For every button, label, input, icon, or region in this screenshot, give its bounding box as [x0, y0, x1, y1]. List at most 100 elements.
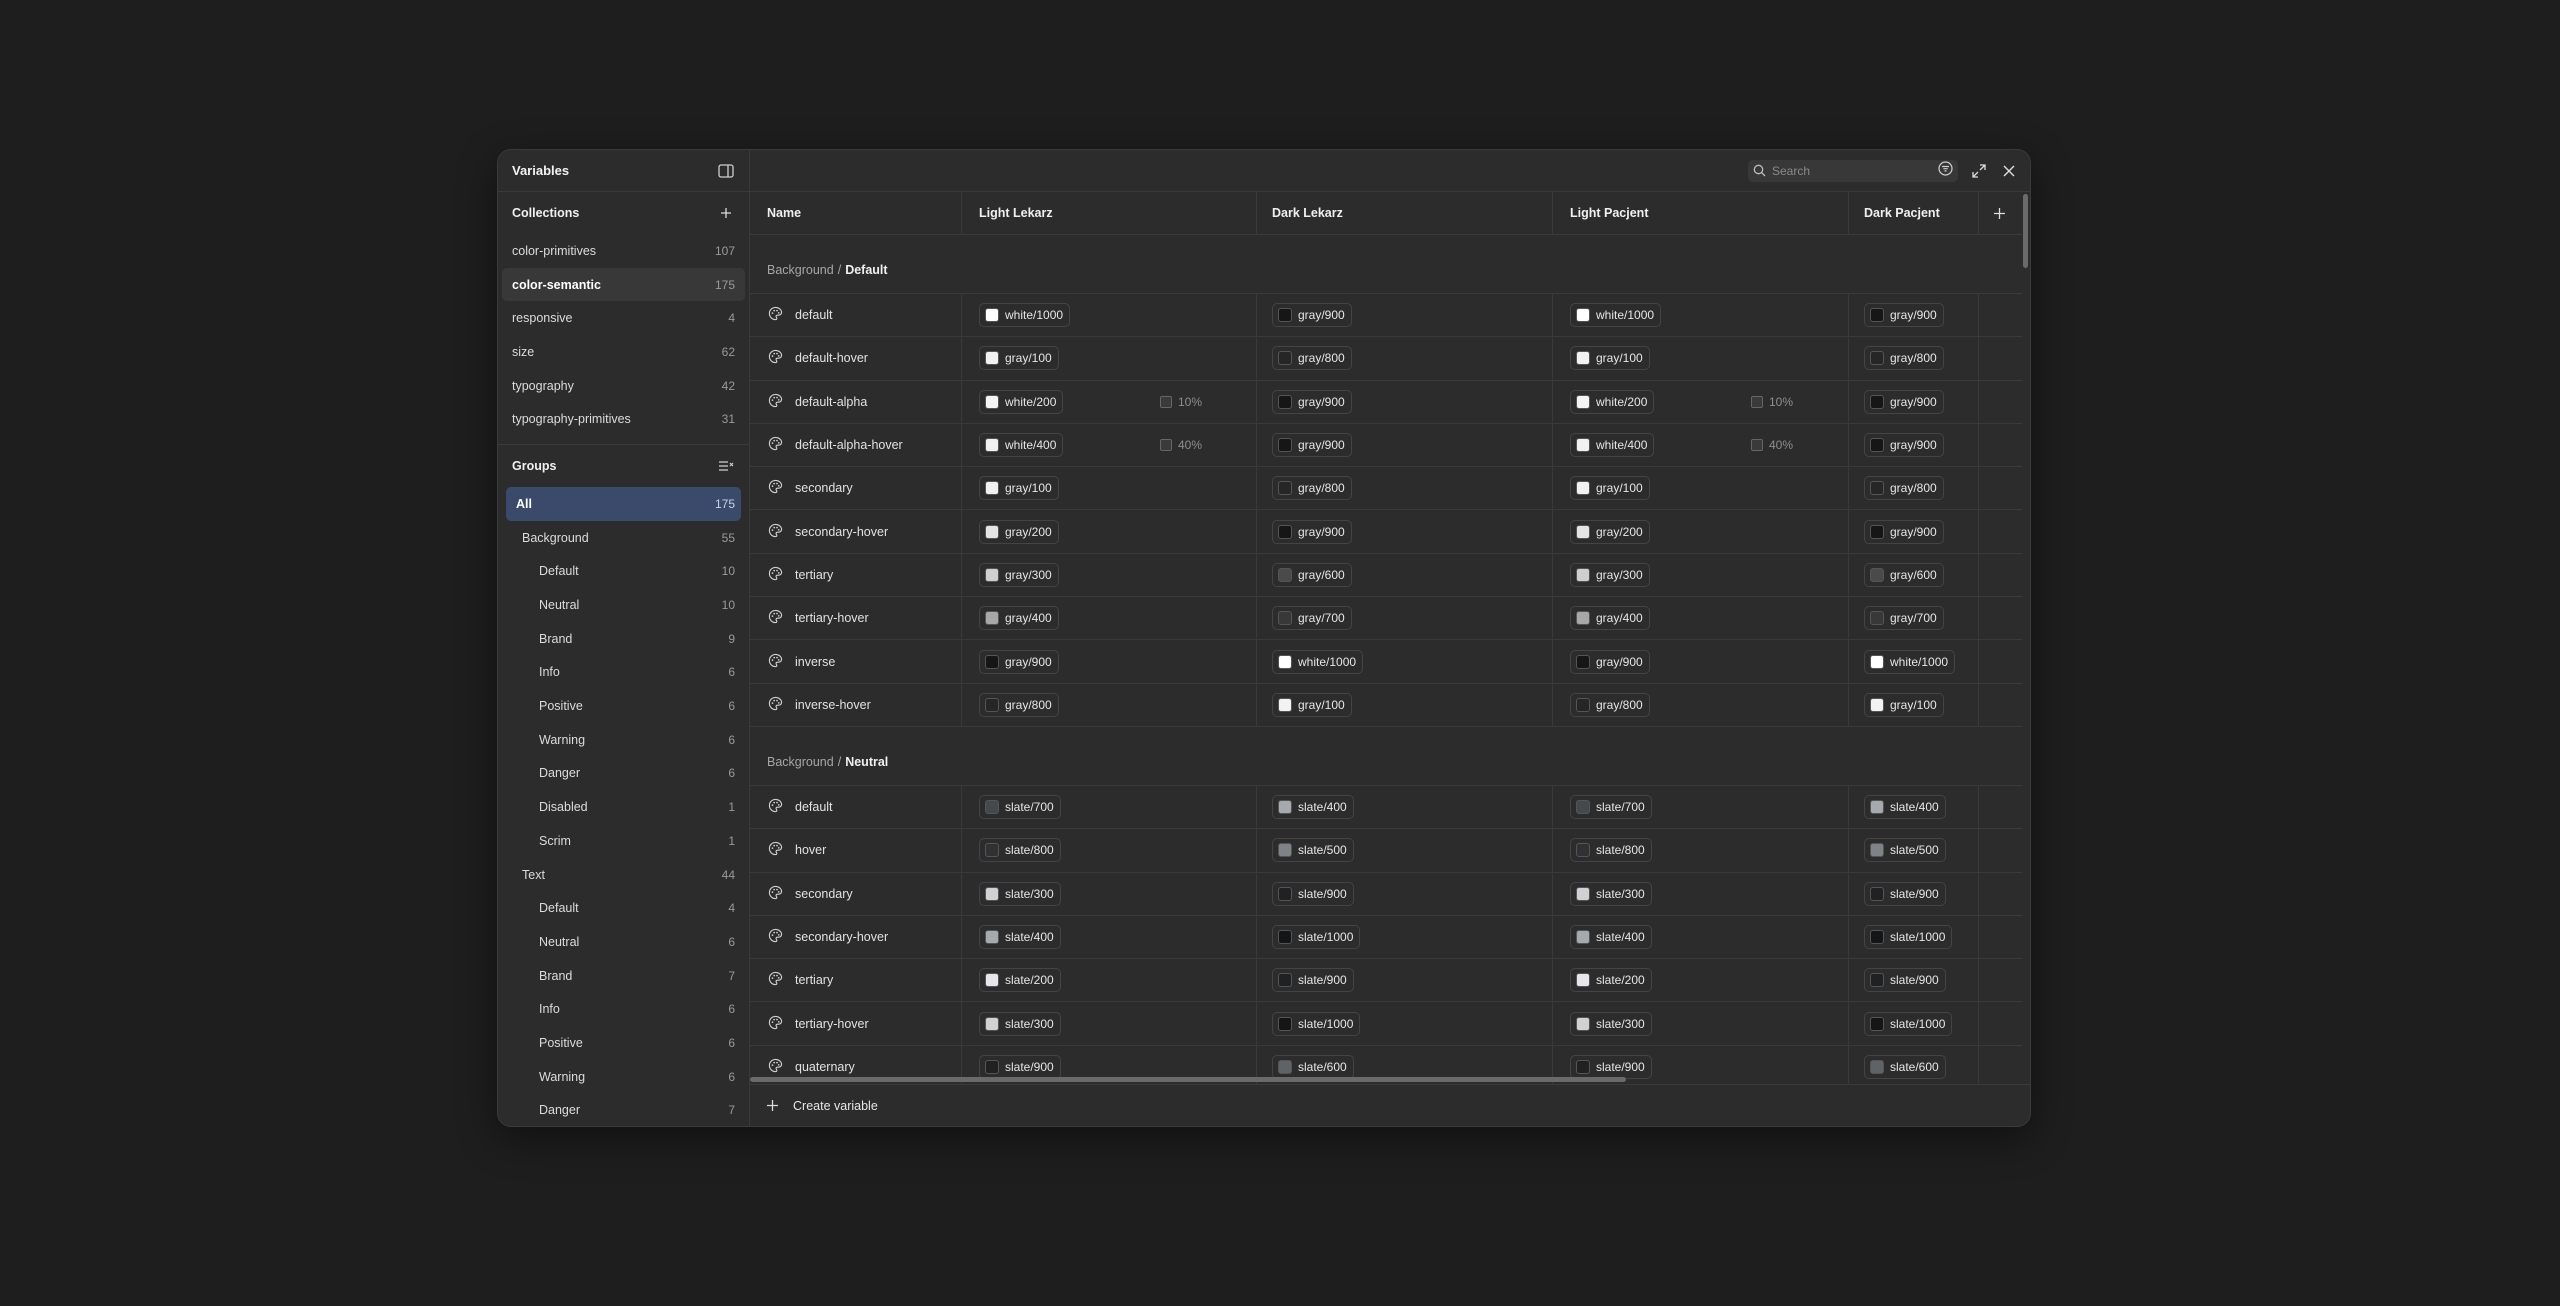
value-pill[interactable]: gray/900	[1864, 433, 1944, 458]
value-cell[interactable]: gray/900	[1257, 294, 1553, 337]
value-cell[interactable]: white/1000	[1553, 294, 1849, 337]
value-cell[interactable]: slate/900	[1257, 872, 1553, 915]
add-collection-icon[interactable]	[717, 204, 735, 222]
search-input[interactable]	[1772, 163, 1932, 178]
value-pill[interactable]: slate/1000	[1864, 1011, 1953, 1036]
value-cell[interactable]: slate/1000	[1257, 1002, 1553, 1045]
value-pill[interactable]: gray/800	[1570, 692, 1650, 717]
close-icon[interactable]	[2000, 162, 2018, 180]
value-pill[interactable]: slate/1000	[1272, 925, 1361, 949]
add-mode-button[interactable]	[1979, 192, 2019, 234]
value-pill[interactable]: slate/300	[979, 881, 1061, 906]
name-cell[interactable]: default-alpha	[750, 380, 962, 423]
value-pill[interactable]: slate/400	[1570, 925, 1652, 949]
table-row[interactable]: secondary gray/100 gray/800 gray/100 gray/80…	[750, 467, 2022, 511]
value-pill[interactable]: gray/900	[1864, 303, 1944, 328]
value-pill[interactable]: gray/400	[979, 606, 1059, 631]
value-cell[interactable]: gray/100	[1849, 683, 1979, 726]
value-cell[interactable]: gray/100	[962, 337, 1257, 380]
value-cell[interactable]: gray/300	[1553, 553, 1849, 597]
table-row[interactable]: inverse-hover gray/800 gray/100 gray/800 gra…	[750, 683, 2022, 727]
value-pill[interactable]: slate/500	[1864, 838, 1946, 863]
group-item[interactable]: Default 10	[498, 555, 749, 589]
value-pill[interactable]: slate/900	[1864, 881, 1946, 906]
value-pill[interactable]: gray/900	[1570, 649, 1650, 674]
name-cell[interactable]: tertiary-hover	[750, 1002, 962, 1045]
value-cell[interactable]: white/400 40%	[1553, 423, 1849, 467]
value-cell[interactable]: white/200 10%	[962, 380, 1257, 423]
value-pill[interactable]: slate/1000	[1272, 1011, 1361, 1036]
value-cell[interactable]: slate/1000	[1849, 915, 1979, 959]
group-item[interactable]: Brand 9	[498, 622, 749, 656]
value-cell[interactable]: gray/100	[1553, 467, 1849, 510]
value-cell[interactable]: slate/900	[1257, 959, 1553, 1002]
value-pill[interactable]: white/1000	[1272, 649, 1364, 674]
value-pill[interactable]: gray/700	[1864, 606, 1944, 631]
group-item[interactable]: Brand 7	[498, 959, 749, 993]
value-pill[interactable]: gray/100	[1864, 692, 1944, 717]
value-cell[interactable]: gray/900	[1257, 510, 1553, 553]
value-cell[interactable]: gray/900	[1849, 294, 1979, 337]
value-pill[interactable]: gray/100	[979, 476, 1059, 501]
toggle-sidebar-icon[interactable]	[717, 162, 735, 180]
table-row[interactable]: default white/1000 gray/900 white/1000 gray/…	[750, 294, 2022, 338]
value-pill[interactable]: gray/200	[979, 519, 1059, 544]
value-cell[interactable]: slate/400	[1849, 785, 1979, 829]
value-cell[interactable]: gray/400	[1553, 597, 1849, 640]
value-cell[interactable]: gray/900	[1257, 423, 1553, 467]
value-cell[interactable]: slate/900	[1849, 872, 1979, 915]
value-pill[interactable]: slate/300	[1570, 881, 1652, 906]
value-pill[interactable]: slate/300	[979, 1011, 1061, 1036]
collapse-groups-icon[interactable]	[717, 457, 735, 475]
group-item[interactable]: Background 55	[498, 521, 749, 555]
value-cell[interactable]: gray/900	[962, 640, 1257, 683]
collection-item[interactable]: size 62	[498, 335, 749, 369]
table-row[interactable]: inverse gray/900 white/1000 gray/900 white/1…	[750, 640, 2022, 684]
value-pill[interactable]: slate/900	[1864, 968, 1946, 993]
value-cell[interactable]: white/1000	[962, 294, 1257, 337]
value-cell[interactable]: gray/800	[1849, 337, 1979, 380]
opacity-value[interactable]: 10%	[1751, 395, 1793, 409]
value-pill[interactable]: slate/200	[1570, 968, 1652, 993]
value-cell[interactable]: gray/900	[1849, 423, 1979, 467]
value-pill[interactable]: slate/900	[1272, 968, 1354, 993]
value-pill[interactable]: slate/200	[979, 968, 1061, 993]
value-cell[interactable]: gray/600	[1849, 553, 1979, 597]
table-row[interactable]: tertiary slate/200 slate/900 slate/200 slate…	[750, 959, 2022, 1003]
search-box[interactable]	[1748, 159, 1958, 182]
group-item[interactable]: Positive 6	[498, 689, 749, 723]
table-row[interactable]: default-alpha white/200 10% gray/900 white/2…	[750, 380, 2022, 424]
value-cell[interactable]: slate/800	[1553, 829, 1849, 872]
collection-item[interactable]: typography 42	[498, 369, 749, 403]
table-row[interactable]: default slate/700 slate/400 slate/700 slate/…	[750, 785, 2022, 830]
table-row[interactable]: secondary slate/300 slate/900 slate/300 slat…	[750, 872, 2022, 916]
group-item[interactable]: All 175	[506, 487, 741, 521]
value-cell[interactable]: gray/100	[1257, 683, 1553, 726]
value-pill[interactable]: white/1000	[979, 303, 1071, 328]
value-pill[interactable]: slate/400	[1864, 795, 1946, 820]
value-pill[interactable]: gray/800	[1272, 346, 1352, 371]
value-pill[interactable]: white/200	[1570, 389, 1655, 414]
column-header-mode[interactable]: Light Pacjent	[1553, 192, 1849, 234]
value-pill[interactable]: gray/400	[1570, 606, 1650, 631]
value-cell[interactable]: slate/400	[962, 915, 1257, 959]
value-pill[interactable]: gray/600	[1272, 562, 1352, 587]
value-pill[interactable]: gray/800	[1864, 476, 1944, 501]
name-cell[interactable]: secondary	[750, 872, 962, 915]
value-pill[interactable]: gray/900	[1864, 519, 1944, 544]
name-cell[interactable]: tertiary	[750, 553, 962, 597]
collection-item[interactable]: typography-primitives 31	[498, 402, 749, 436]
value-pill[interactable]: slate/700	[979, 795, 1061, 820]
group-item[interactable]: Neutral 10	[498, 588, 749, 622]
value-pill[interactable]: gray/900	[1272, 519, 1352, 544]
table-row[interactable]: hover slate/800 slate/500 slate/800 slate/50…	[750, 829, 2022, 873]
value-cell[interactable]: slate/300	[962, 872, 1257, 915]
table-row[interactable]: default-alpha-hover white/400 40% gray/900 w…	[750, 423, 2022, 468]
group-item[interactable]: Danger 6	[498, 757, 749, 791]
group-item[interactable]: Default 4	[498, 891, 749, 925]
value-pill[interactable]: gray/800	[979, 692, 1059, 717]
value-cell[interactable]: gray/700	[1257, 597, 1553, 640]
value-pill[interactable]: gray/100	[1570, 476, 1650, 501]
value-cell[interactable]: white/1000	[1257, 640, 1553, 683]
collection-item[interactable]: responsive 4	[498, 301, 749, 335]
